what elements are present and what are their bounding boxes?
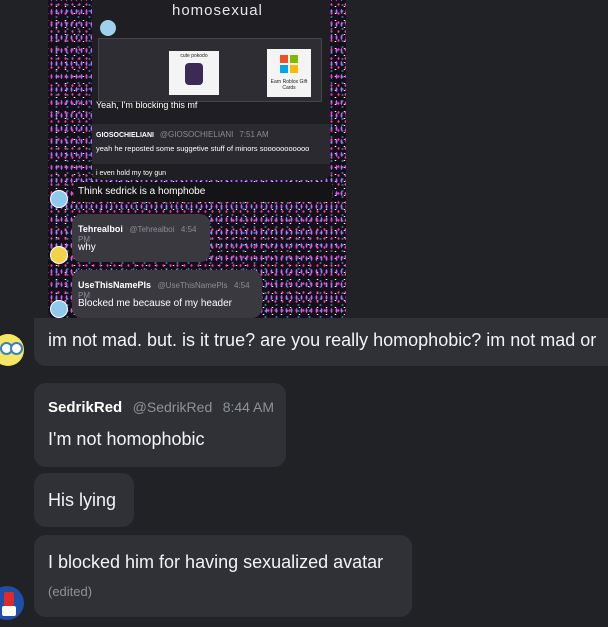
edited-label: (edited) (48, 584, 93, 599)
quote-handle: @GIOSOCHIELIANI (159, 130, 234, 139)
usethisnamepls-avatar (50, 300, 68, 318)
embed-message-handle: @UseThisNamePls (157, 281, 228, 290)
avatar-eye-icon (10, 342, 23, 355)
message-bubble[interactable]: I blocked him for having sexualized avat… (34, 535, 412, 617)
quote-text-2: i even hold my toy gun (96, 170, 167, 177)
author-name[interactable]: SedrikRed (48, 399, 122, 416)
embed-message-handle: @Tehrealboi (129, 225, 175, 234)
message-text: His lying (48, 490, 117, 510)
avatar-figure-icon (2, 606, 16, 616)
microsoft-logo-card: Earn Roblox Gift Cards (267, 49, 311, 97)
caption-text: Think sedrick is a homphobe (78, 186, 206, 197)
quote-time: 7:51 AM (239, 130, 269, 139)
quote-name: GIOSOCHIELIANI (96, 132, 154, 139)
question-text: im not mad. but. is it true? are you rea… (48, 330, 597, 350)
caption-bar: Think sedrick is a homphobe (74, 182, 332, 202)
inner-screenshot-frame: homosexual cute pokodo Earn Roblox Gift … (92, 0, 330, 180)
embed-message-name: UseThisNamePls (78, 280, 152, 290)
inner-right-label: Earn Roblox Gift Cards (270, 79, 308, 91)
author-handle: @SedrikRed (132, 399, 213, 415)
avatar-figure-icon (4, 592, 14, 606)
blocking-line: Yeah, I'm blocking this mf (96, 100, 198, 110)
inner-browser-window: cute pokodo Earn Roblox Gift Cards (98, 38, 322, 102)
message-text: I blocked him for having sexualized avat… (48, 552, 384, 572)
embed-message-header: Tehrealboi @Tehrealboi 4:54 PM (78, 224, 210, 244)
quoted-message: GIOSOCHIELIANI @GIOSOCHIELIANI 7:51 AM y… (92, 124, 330, 164)
message-time: 8:44 AM (222, 399, 275, 415)
embed-message-text: why (78, 242, 96, 253)
embedded-screenshot-image[interactable]: homosexual cute pokodo Earn Roblox Gift … (48, 0, 346, 320)
quote-header: GIOSOCHIELIANI @GIOSOCHIELIANI 7:51 AM (96, 130, 269, 139)
inner-card-figure (185, 63, 203, 85)
caption-avatar (50, 190, 68, 208)
message-bubble[interactable]: His lying (34, 473, 134, 527)
question-message[interactable]: im not mad. but. is it true? are you rea… (34, 318, 608, 366)
inner-white-card: cute pokodo (169, 51, 219, 95)
message-text: I'm not homophobic (48, 429, 205, 449)
embed-message-name: Tehrealboi (78, 224, 123, 234)
sedrikred-avatar[interactable] (0, 586, 24, 620)
inner-card-label: cute pokodo (180, 53, 208, 59)
tehrealboi-avatar (50, 246, 68, 264)
microsoft-logo-icon (280, 55, 298, 73)
inner-avatar (100, 20, 116, 36)
message-bubble[interactable]: SedrikRed @SedrikRed 8:44 AM I'm not hom… (34, 383, 286, 467)
spongebob-avatar[interactable] (0, 334, 24, 366)
embed-message-text: Blocked me because of my header (78, 298, 232, 309)
message-header: SedrikRed @SedrikRed 8:44 AM (48, 399, 274, 417)
quote-text: yeah he reposted some suggetive stuff of… (96, 144, 310, 153)
embed-message-card: UseThisNamePls @UseThisNamePls 4:54 PM B… (72, 270, 262, 318)
overlay-title: homosexual (172, 2, 263, 19)
embed-message-header: UseThisNamePls @UseThisNamePls 4:54 PM (78, 280, 262, 300)
embed-message-card: Tehrealboi @Tehrealboi 4:54 PM why (72, 214, 210, 262)
